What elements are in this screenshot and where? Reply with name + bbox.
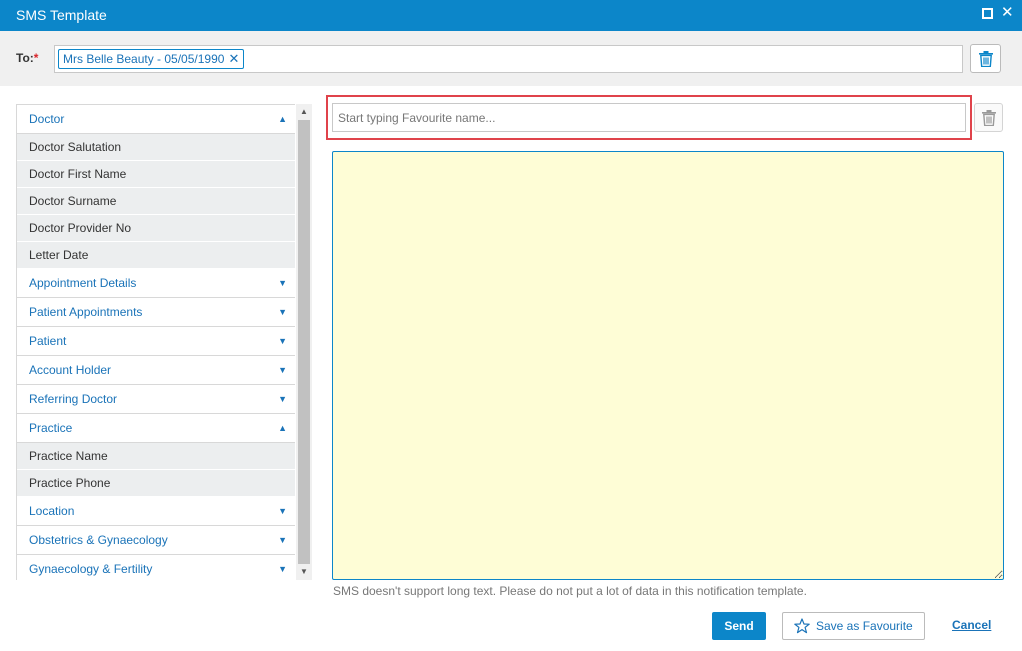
merge-group-header[interactable]: Referring Doctor ▼	[17, 385, 295, 414]
scroll-thumb[interactable]	[298, 120, 310, 564]
merge-group-label: Doctor	[29, 112, 65, 126]
chevron-down-icon[interactable]: ▼	[278, 526, 287, 554]
chevron-down-icon[interactable]: ▼	[278, 356, 287, 384]
merge-group-label: Practice	[29, 421, 73, 435]
scroll-down-icon[interactable]: ▼	[296, 564, 312, 580]
clear-recipients-button[interactable]	[970, 44, 1001, 73]
merge-group-label: Patient	[29, 334, 67, 348]
recipient-name: Mrs Belle Beauty - 05/05/1990	[63, 52, 225, 66]
close-icon[interactable]: ✕	[1001, 4, 1014, 22]
merge-field-item[interactable]: Practice Phone	[17, 470, 295, 497]
merge-group-label: Appointment Details	[29, 276, 137, 290]
merge-group-header[interactable]: Obstetrics & Gynaecology ▼	[17, 526, 295, 555]
maximize-icon[interactable]	[982, 8, 993, 19]
cancel-link[interactable]: Cancel	[952, 618, 991, 632]
merge-group-header[interactable]: Patient ▼	[17, 327, 295, 356]
sms-message-textarea[interactable]	[332, 151, 1004, 580]
recipient-bar: To:* Mrs Belle Beauty - 05/05/1990 ✕	[0, 31, 1022, 86]
merge-field-item[interactable]: Practice Name	[17, 443, 295, 470]
merge-group-header[interactable]: Account Holder ▼	[17, 356, 295, 385]
merge-field-list: Doctor ▲ Doctor Salutation Doctor First Nam…	[16, 104, 295, 580]
merge-group-label: Obstetrics & Gynaecology	[29, 533, 168, 547]
merge-group-label: Patient Appointments	[29, 305, 143, 319]
merge-group-header[interactable]: Appointment Details ▼	[17, 269, 295, 298]
merge-group-header[interactable]: Practice ▲	[17, 414, 295, 443]
sms-length-hint: SMS doesn't support long text. Please do…	[333, 584, 807, 598]
window-title: SMS Template	[16, 7, 107, 23]
required-marker: *	[33, 51, 39, 65]
chevron-down-icon[interactable]: ▼	[278, 497, 287, 525]
chevron-down-icon[interactable]: ▼	[278, 327, 287, 355]
chevron-down-icon[interactable]: ▼	[278, 385, 287, 413]
merge-group-label: Referring Doctor	[29, 392, 118, 406]
merge-field-item[interactable]: Doctor Surname	[17, 188, 295, 215]
merge-field-item[interactable]: Doctor First Name	[17, 161, 295, 188]
merge-group-label: Location	[29, 504, 75, 518]
star-icon	[794, 618, 810, 634]
favourite-name-input[interactable]	[332, 103, 966, 132]
merge-group-header[interactable]: Doctor ▲	[17, 105, 295, 134]
merge-field-item[interactable]: Doctor Salutation	[17, 134, 295, 161]
window-titlebar: SMS Template ✕	[0, 0, 1022, 31]
chevron-down-icon[interactable]: ▼	[278, 298, 287, 326]
merge-field-item[interactable]: Doctor Provider No	[17, 215, 295, 242]
remove-recipient-icon[interactable]: ✕	[228, 51, 239, 66]
send-button[interactable]: Send	[712, 612, 766, 640]
merge-field-item[interactable]: Letter Date	[17, 242, 295, 269]
recipient-chip[interactable]: Mrs Belle Beauty - 05/05/1990 ✕	[58, 49, 245, 69]
to-label: To:*	[16, 51, 39, 65]
save-as-favourite-button[interactable]: Save as Favourite	[782, 612, 925, 640]
trash-icon	[979, 51, 993, 67]
chevron-down-icon[interactable]: ▼	[278, 269, 287, 297]
trash-icon	[982, 110, 996, 126]
merge-group-label: Account Holder	[29, 363, 112, 377]
delete-favourite-button[interactable]	[974, 103, 1003, 132]
merge-group-label: Gynaecology & Fertility	[29, 562, 153, 576]
save-as-favourite-label: Save as Favourite	[816, 619, 913, 633]
merge-group-header[interactable]: Patient Appointments ▼	[17, 298, 295, 327]
merge-list-scrollbar[interactable]: ▲ ▼	[296, 104, 312, 580]
chevron-up-icon[interactable]: ▲	[278, 414, 287, 442]
scroll-up-icon[interactable]: ▲	[296, 104, 312, 120]
merge-group-header[interactable]: Location ▼	[17, 497, 295, 526]
recipient-field[interactable]: Mrs Belle Beauty - 05/05/1990 ✕	[54, 45, 963, 73]
merge-group-header[interactable]: Gynaecology & Fertility ▼	[17, 555, 295, 580]
chevron-up-icon[interactable]: ▲	[278, 105, 287, 133]
chevron-down-icon[interactable]: ▼	[278, 555, 287, 580]
